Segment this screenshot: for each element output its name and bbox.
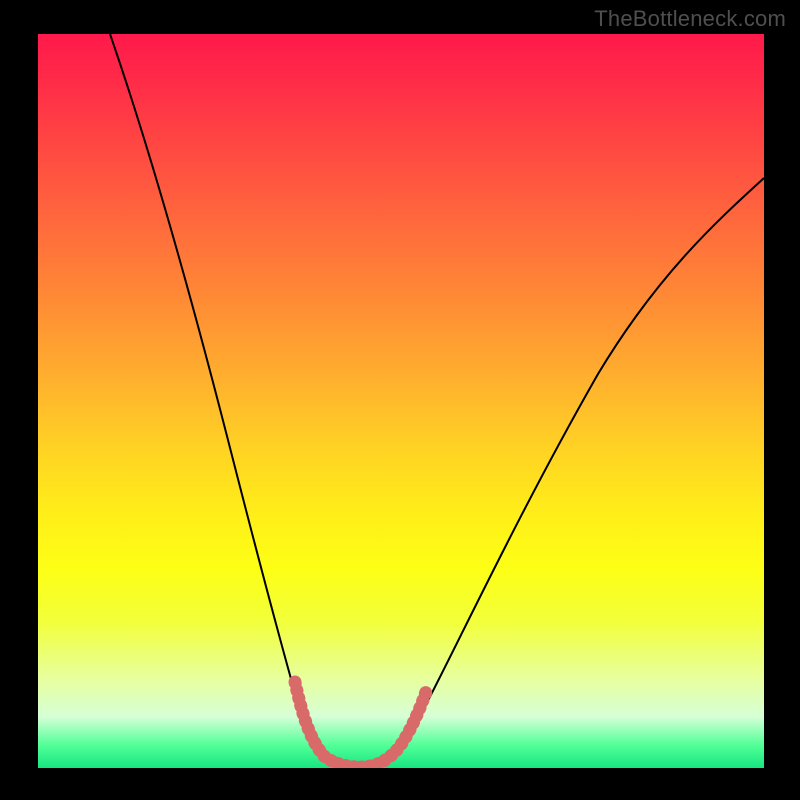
curve-layer — [38, 34, 764, 768]
watermark-text: TheBottleneck.com — [594, 6, 786, 32]
chart-frame: TheBottleneck.com — [0, 0, 800, 800]
bottleneck-curve — [110, 34, 764, 767]
highlight-band — [295, 682, 428, 767]
plot-area — [38, 34, 764, 768]
